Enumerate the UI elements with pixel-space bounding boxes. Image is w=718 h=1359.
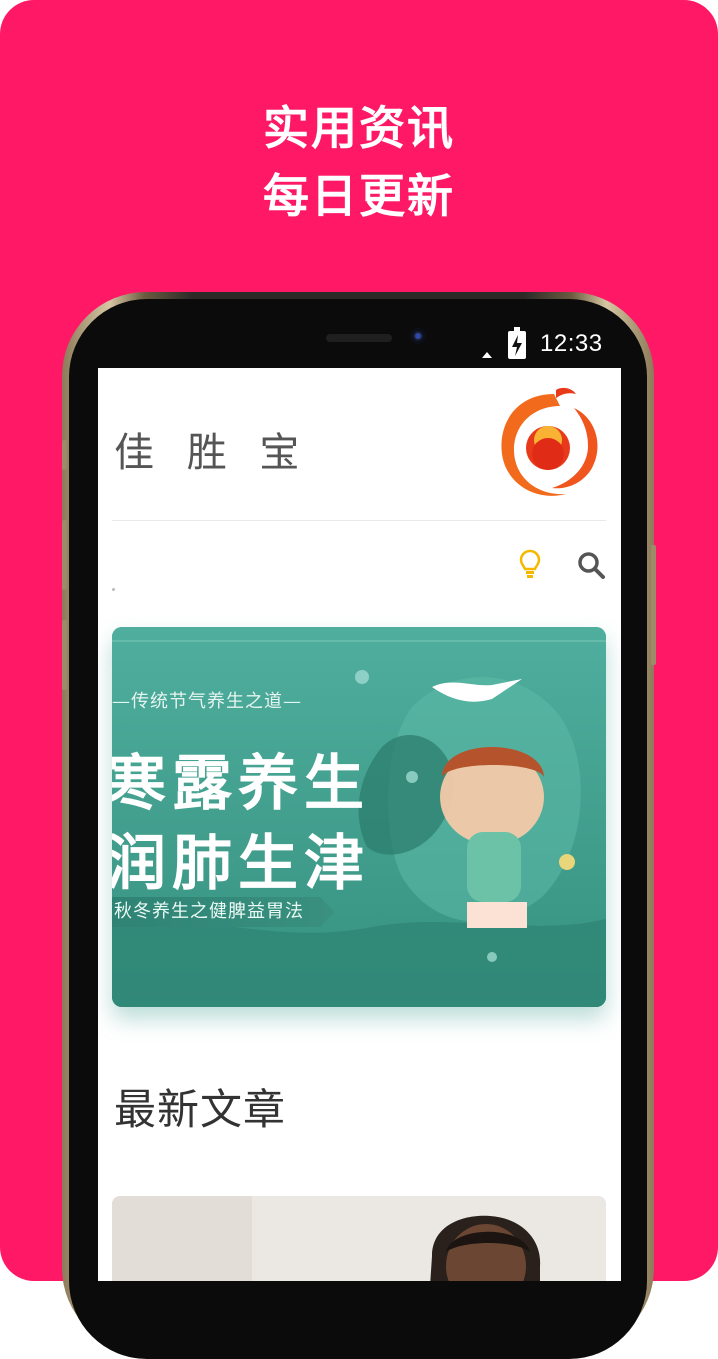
banner-heading-2: 润肺生津 (112, 829, 370, 899)
phone-power-button (651, 545, 656, 665)
section-title-latest-articles: 最新文章 (114, 1085, 287, 1134)
search-icon[interactable] (576, 550, 606, 580)
article-card[interactable] (112, 1196, 606, 1281)
banner-top-text: —传统节气养生之道— (112, 691, 302, 712)
phone-side-button (62, 440, 67, 470)
indicator-dot (112, 588, 115, 591)
status-time: 12:33 (540, 330, 603, 357)
article-thumbnail (112, 1196, 606, 1281)
promo-headline-2: 每日更新 (263, 169, 455, 223)
battery-charging-icon (508, 327, 526, 359)
signal-icon (482, 352, 492, 358)
banner-heading-1: 寒露养生 (112, 749, 370, 819)
phone-speaker (326, 334, 392, 342)
app-screen: 佳 胜 宝 —传统节气养生之道— 寒露养生 润肺生津 秋冬养生之健脾益胃法 最新… (98, 368, 621, 1281)
brand-logo-icon (496, 384, 606, 504)
banner-subtitle: 秋冬养生之健脾益胃法 (112, 897, 334, 927)
phone-side-button (62, 520, 67, 590)
phone-camera (410, 328, 426, 344)
banner-carousel[interactable]: —传统节气养生之道— 寒露养生 润肺生津 秋冬养生之健脾益胃法 (112, 627, 606, 1007)
promo-headline-1: 实用资讯 (263, 101, 455, 155)
header-divider (112, 520, 606, 521)
lightbulb-icon[interactable] (518, 548, 542, 582)
app-title: 佳 胜 宝 (114, 430, 310, 476)
phone-side-button (62, 620, 67, 690)
